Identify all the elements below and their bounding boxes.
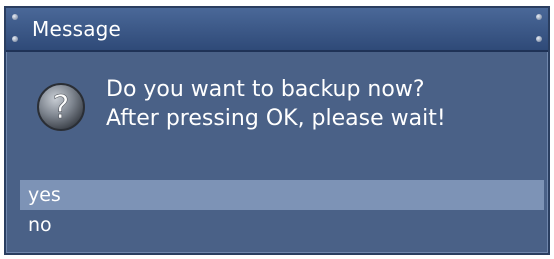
message-line: Do you want to backup now?: [106, 77, 425, 102]
message-dialog: Message ? Do you want to backup now? Aft…: [4, 6, 550, 255]
dialog-body: ? Do you want to backup now? After press…: [6, 52, 548, 253]
dialog-titlebar: Message: [6, 8, 548, 52]
rivet-icon: [12, 36, 18, 42]
dialog-title: Message: [32, 17, 122, 41]
svg-text:?: ?: [53, 88, 70, 126]
rivet-icon: [536, 14, 542, 20]
rivet-icon: [536, 36, 542, 42]
rivet-icon: [12, 14, 18, 20]
options-list: yes no: [20, 180, 544, 240]
option-yes[interactable]: yes: [20, 180, 544, 210]
option-no[interactable]: no: [20, 210, 544, 240]
question-icon: ?: [36, 82, 86, 132]
message-text: Do you want to backup now? After pressin…: [106, 75, 446, 133]
message-line: After pressing OK, please wait!: [106, 106, 446, 131]
